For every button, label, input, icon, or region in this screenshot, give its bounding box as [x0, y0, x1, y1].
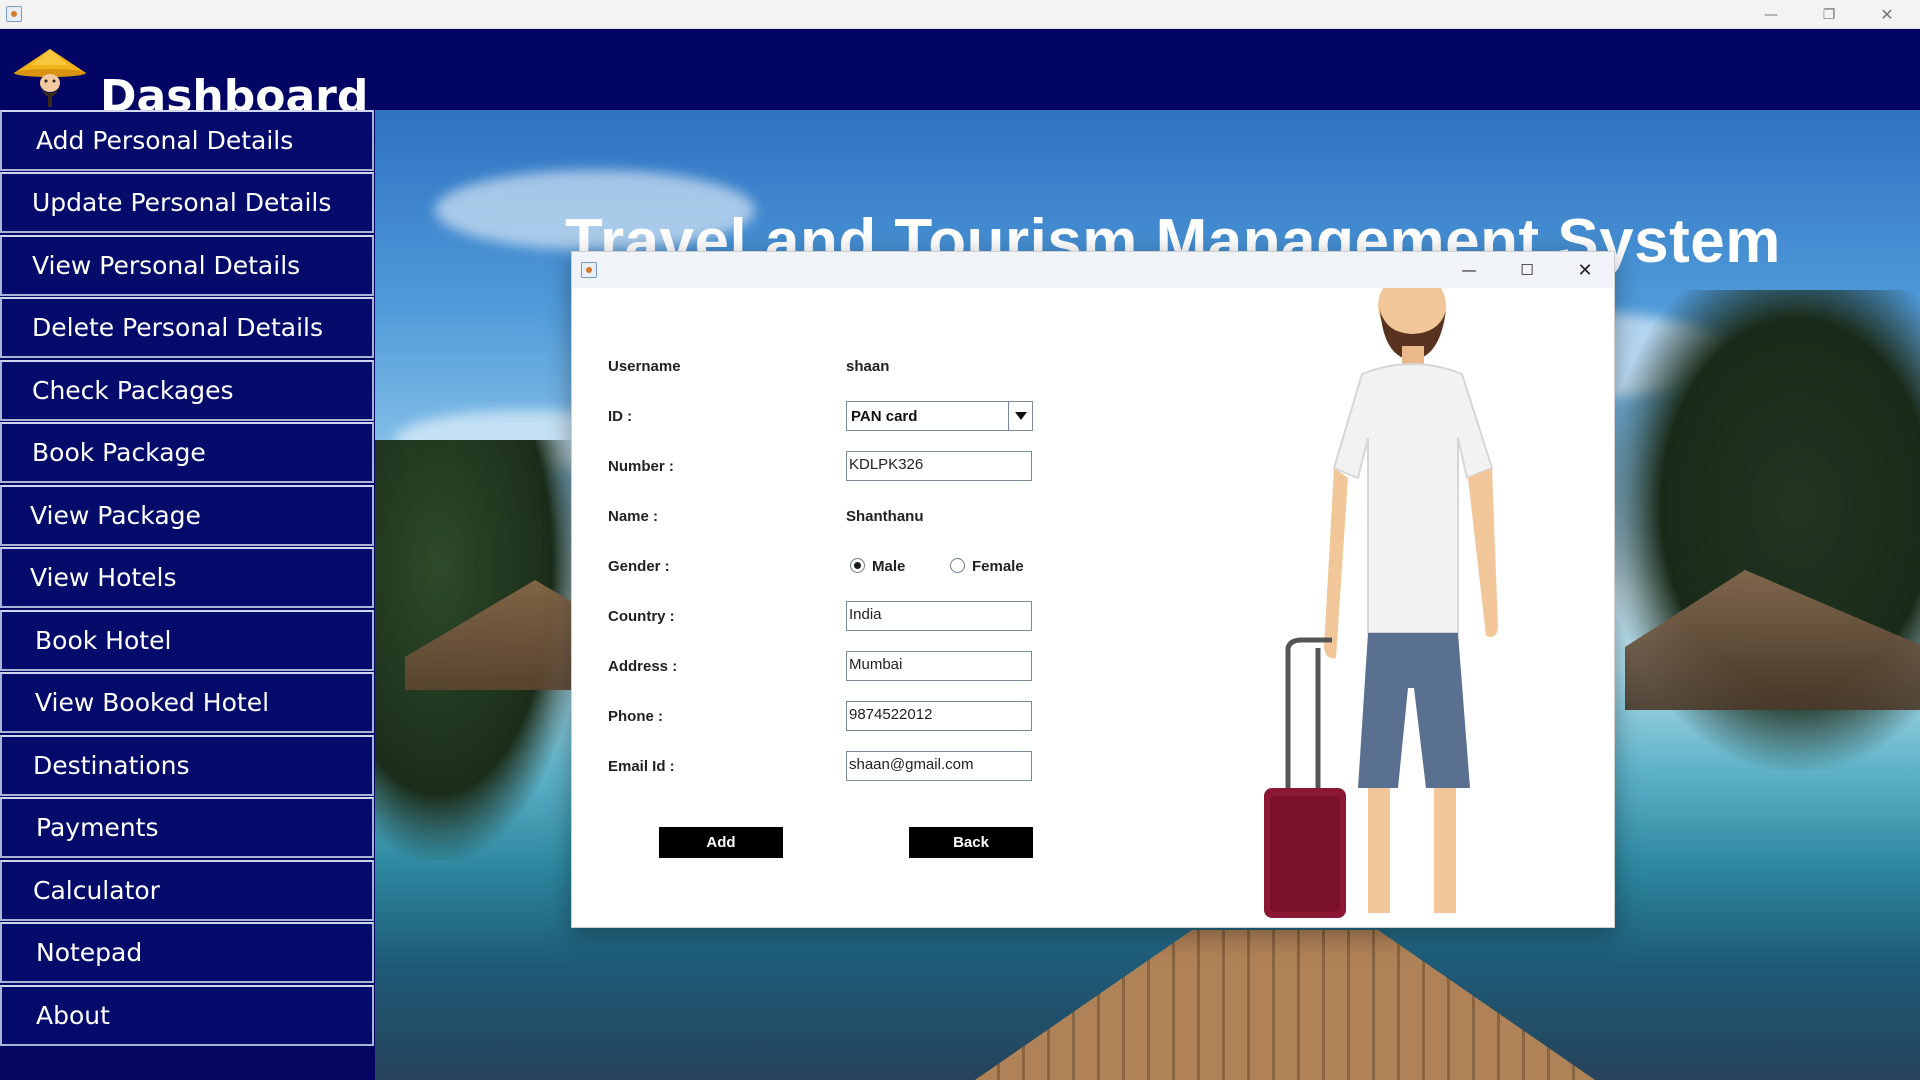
sidebar-item-view-package[interactable]: View Package	[0, 485, 374, 546]
sidebar-item-add-personal-details[interactable]: Add Personal Details	[0, 110, 374, 171]
sidebar-item-view-hotels[interactable]: View Hotels	[0, 547, 374, 608]
id-type-select[interactable]: PAN card	[846, 401, 1033, 431]
add-personal-details-dialog: — ☐ ✕ Username shaan ID : PAN card Numbe…	[571, 251, 1615, 928]
number-input[interactable]: KDLPK326	[846, 451, 1032, 481]
sidebar-item-label: Check Packages	[32, 376, 234, 405]
restore-icon[interactable]: ❐	[1800, 0, 1858, 29]
minimize-icon[interactable]: —	[1440, 252, 1498, 288]
username-value: shaan	[846, 358, 890, 375]
country-label: Country :	[608, 608, 675, 625]
address-label: Address :	[608, 658, 678, 675]
add-button[interactable]: Add	[659, 827, 783, 858]
sidebar-item-update-personal-details[interactable]: Update Personal Details	[0, 172, 374, 233]
name-value: Shanthanu	[846, 508, 924, 525]
sidebar-item-label: Notepad	[36, 938, 143, 967]
sidebar-item-label: View Hotels	[30, 563, 177, 592]
sidebar-item-check-packages[interactable]: Check Packages	[0, 360, 374, 421]
sidebar-item-label: Calculator	[33, 876, 160, 905]
sidebar-item-label: Book Hotel	[35, 626, 172, 655]
sidebar-item-delete-personal-details[interactable]: Delete Personal Details	[0, 297, 374, 358]
minimize-icon[interactable]: —	[1742, 0, 1800, 29]
sidebar-item-calculator[interactable]: Calculator	[0, 860, 374, 921]
maximize-icon[interactable]: ☐	[1498, 252, 1556, 288]
sidebar-item-book-package[interactable]: Book Package	[0, 422, 374, 483]
number-label: Number :	[608, 458, 674, 475]
chevron-down-icon[interactable]	[1008, 402, 1032, 430]
username-label: Username	[608, 358, 681, 375]
sidebar-item-label: Book Package	[32, 438, 206, 467]
sidebar-item-label: Update Personal Details	[32, 188, 332, 217]
sidebar-item-about[interactable]: About	[0, 985, 374, 1046]
phone-label: Phone :	[608, 708, 663, 725]
sidebar-item-book-hotel[interactable]: Book Hotel	[0, 610, 374, 671]
email-input[interactable]: shaan@gmail.com	[846, 751, 1032, 781]
sidebar-item-view-personal-details[interactable]: View Personal Details	[0, 235, 374, 296]
id-type-selected-value: PAN card	[851, 408, 918, 425]
female-radio-label[interactable]: Female	[972, 558, 1024, 575]
country-input[interactable]: India	[846, 601, 1032, 631]
male-radio-label[interactable]: Male	[872, 558, 905, 575]
sidebar-item-payments[interactable]: Payments	[0, 797, 374, 858]
java-app-icon	[6, 6, 22, 22]
sidebar-item-label: Add Personal Details	[36, 126, 294, 155]
sidebar-item-label: Payments	[36, 813, 159, 842]
sidebar-item-notepad[interactable]: Notepad	[0, 922, 374, 983]
traveler-with-suitcase-illustration	[1264, 288, 1498, 918]
java-app-icon	[581, 262, 597, 278]
sidebar-item-label: View Booked Hotel	[35, 688, 270, 717]
wooden-dock	[975, 930, 1595, 1080]
gender-label: Gender :	[608, 558, 670, 575]
name-label: Name :	[608, 508, 659, 525]
close-icon[interactable]: ✕	[1858, 0, 1916, 29]
sidebar-item-label: Destinations	[33, 751, 190, 780]
email-label: Email Id :	[608, 758, 675, 775]
sidebar-item-view-booked-hotel[interactable]: View Booked Hotel	[0, 672, 374, 733]
os-title-bar: — ❐ ✕	[0, 0, 1920, 29]
traveler-hat-logo-icon	[14, 49, 86, 107]
phone-input[interactable]: 9874522012	[846, 701, 1032, 731]
id-label: ID :	[608, 408, 633, 425]
sidebar-item-label: About	[36, 1001, 110, 1030]
male-radio[interactable]	[850, 558, 865, 573]
address-input[interactable]: Mumbai	[846, 651, 1032, 681]
sidebar-item-label: Delete Personal Details	[32, 313, 323, 342]
sidebar-item-label: View Package	[30, 501, 201, 530]
sidebar-item-destinations[interactable]: Destinations	[0, 735, 374, 796]
back-button[interactable]: Back	[909, 827, 1033, 858]
sidebar-item-label: View Personal Details	[32, 251, 301, 280]
sidebar: Add Personal Details Update Personal Det…	[0, 110, 375, 1080]
dashboard-header: Dashboard	[0, 29, 1920, 122]
female-radio[interactable]	[950, 558, 965, 573]
close-icon[interactable]: ✕	[1556, 252, 1614, 288]
dialog-title-bar: — ☐ ✕	[572, 252, 1614, 288]
